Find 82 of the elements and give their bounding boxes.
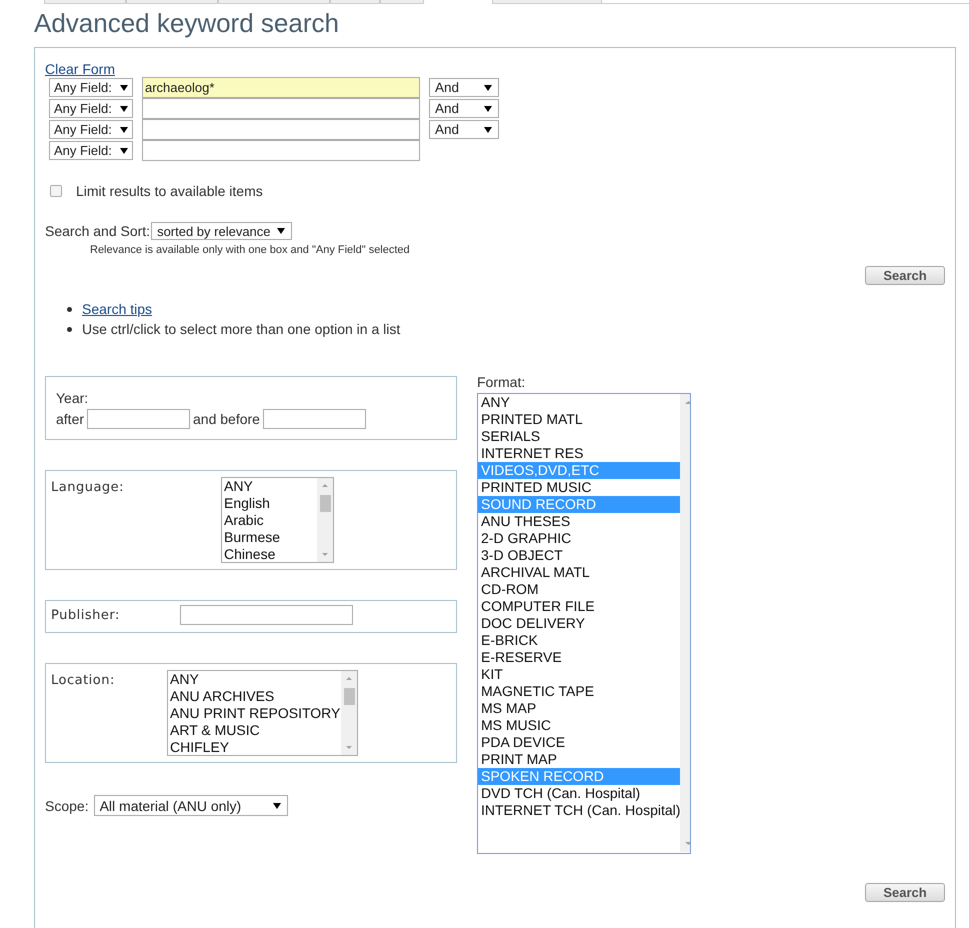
format-option[interactable]: DVD TCH (Can. Hospital) xyxy=(478,785,680,802)
year-after-field[interactable] xyxy=(87,409,190,429)
format-option[interactable]: INTERNET TCH (Can. Hospital) xyxy=(478,802,680,819)
search-input[interactable]: archaeolog* xyxy=(142,77,420,98)
format-option[interactable]: PDA DEVICE xyxy=(478,734,680,751)
search-tips-link[interactable]: Search tips xyxy=(82,301,152,317)
search-input[interactable] xyxy=(142,119,420,140)
format-option[interactable]: MS MAP xyxy=(478,700,680,717)
language-listbox[interactable]: ANY English Arabic Burmese Chinese xyxy=(221,477,334,563)
field-dropdown[interactable]: Any Field: xyxy=(49,99,133,118)
format-option[interactable]: 3-D OBJECT xyxy=(478,547,680,564)
year-before-field[interactable] xyxy=(262,409,366,429)
field-dropdown[interactable]: Any Field: xyxy=(49,120,133,139)
before-label: and before xyxy=(193,410,260,428)
language-option[interactable]: Arabic xyxy=(222,512,317,529)
format-option[interactable]: KIT xyxy=(478,666,680,683)
location-option[interactable]: ART & MUSIC xyxy=(168,722,341,739)
caret-icon xyxy=(484,106,492,112)
sort-dropdown[interactable]: sorted by relevance xyxy=(151,222,292,240)
format-option[interactable]: MAGNETIC TAPE xyxy=(478,683,680,700)
search-button[interactable]: Search xyxy=(865,266,945,285)
search-input[interactable] xyxy=(142,98,420,119)
location-option[interactable]: CHIFLEY xyxy=(168,739,341,755)
checkbox-label: Limit results to available items xyxy=(76,183,263,199)
location-option[interactable]: ANU PRINT REPOSITORY xyxy=(168,705,341,722)
language-option[interactable]: ANY xyxy=(222,478,317,495)
caret-icon xyxy=(120,106,128,112)
page-title: Advanced keyword search xyxy=(34,8,340,38)
format-option[interactable]: PRINT MAP xyxy=(478,751,680,768)
caret-icon xyxy=(120,126,128,132)
caret-icon xyxy=(120,84,128,90)
caret-icon xyxy=(484,84,492,90)
caret-icon xyxy=(484,126,492,132)
language-option[interactable]: English xyxy=(222,495,317,512)
clear-form-link[interactable]: Clear Form xyxy=(45,61,116,77)
sort-label: Search and Sort: xyxy=(45,223,150,239)
operator-dropdown[interactable]: And xyxy=(429,120,499,139)
bullet-icon xyxy=(67,306,72,312)
location-option[interactable]: ANU ARCHIVES xyxy=(168,688,341,705)
format-option[interactable]: INTERNET RES xyxy=(478,445,680,462)
format-option[interactable]: DOC DELIVERY xyxy=(478,615,680,632)
format-option[interactable]: SERIALS xyxy=(478,428,680,445)
scope-label: Scope: xyxy=(45,798,89,814)
search-button[interactable]: Search xyxy=(865,883,945,902)
format-option[interactable]: PRINTED MUSIC xyxy=(478,479,680,496)
location-listbox[interactable]: ANY ANU ARCHIVES ANU PRINT REPOSITORY ART & MUSIC CHIFLEY xyxy=(167,670,358,756)
caret-icon xyxy=(272,802,281,808)
format-option[interactable]: ANU THESES xyxy=(478,513,680,530)
format-listbox[interactable] xyxy=(477,393,691,854)
format-option[interactable]: ANY xyxy=(478,394,680,411)
format-option[interactable]: E-RESERVE xyxy=(478,649,680,666)
format-label: Format: xyxy=(477,373,526,391)
operator-dropdown[interactable]: And xyxy=(429,99,499,118)
format-option[interactable]: ARCHIVAL MATL xyxy=(478,564,680,581)
format-option[interactable]: 2-D GRAPHIC xyxy=(478,530,680,547)
scope-dropdown[interactable]: All material (ANU only) xyxy=(94,795,288,816)
after-label: after xyxy=(56,410,84,428)
scrollbar[interactable] xyxy=(341,671,357,755)
relevance-note: Relevance is available only with one box and "Any Field" selected xyxy=(90,244,411,256)
format-option[interactable]: COMPUTER FILE xyxy=(478,598,680,615)
checkbox[interactable] xyxy=(50,185,62,197)
language-label: Language: xyxy=(51,480,126,497)
bullet-icon xyxy=(67,326,72,332)
format-option[interactable]: E-BRICK xyxy=(478,632,680,649)
publisher-label: Publisher: xyxy=(51,608,121,623)
tip-text: Use ctrl/click to select more than one option in a list xyxy=(82,321,400,337)
language-option[interactable]: Chinese xyxy=(222,546,317,562)
operator-dropdown[interactable]: And xyxy=(429,78,499,97)
scrollbar[interactable] xyxy=(317,478,333,562)
search-input[interactable] xyxy=(142,140,420,161)
format-option[interactable]: CD-ROM xyxy=(478,581,680,598)
caret-icon xyxy=(120,148,128,154)
field-dropdown[interactable]: Any Field: xyxy=(49,78,133,97)
format-option[interactable]: MS MUSIC xyxy=(478,717,680,734)
location-option[interactable]: ANY xyxy=(168,671,341,688)
caret-icon xyxy=(277,228,286,234)
location-label: Location: xyxy=(51,673,116,690)
language-option[interactable]: Burmese xyxy=(222,529,317,546)
publisher-field[interactable] xyxy=(180,605,353,625)
field-dropdown[interactable]: Any Field: xyxy=(49,141,133,160)
year-label: Year: xyxy=(56,389,90,407)
format-option[interactable]: PRINTED MATL xyxy=(478,411,680,428)
